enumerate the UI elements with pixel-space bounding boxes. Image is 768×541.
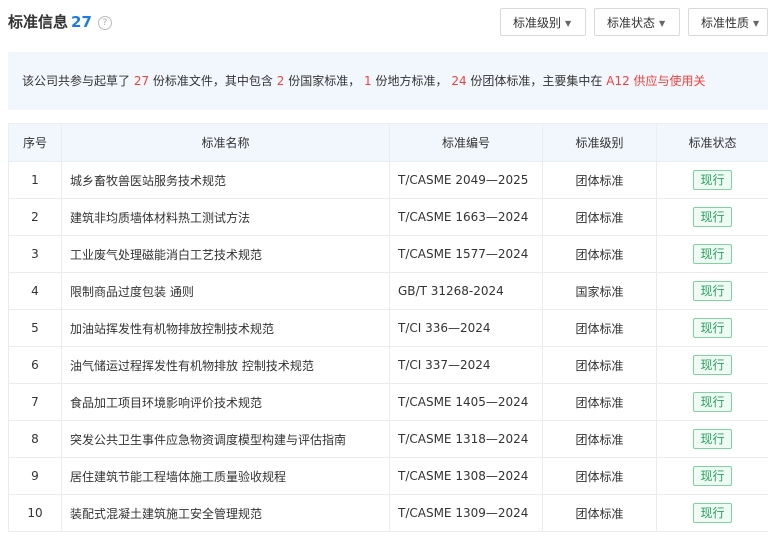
summary-total-count: 27 [133,74,150,88]
row-index: 6 [8,346,62,384]
table-row: 9 居住建筑节能工程墙体施工质量验收规程 T/CASME 1308—2024 团体标准… [8,457,768,495]
summary-text: 份国家标准， [284,74,365,88]
row-index: 1 [8,161,62,199]
status-badge: 现行 [693,429,732,449]
standard-level: 团体标准 [542,457,657,495]
standard-name-link[interactable]: 居住建筑节能工程墙体施工质量验收规程 [61,457,390,495]
standard-level: 团体标准 [542,346,657,384]
status-badge: 现行 [693,503,732,523]
standard-name-link[interactable]: 突发公共卫生事件应急物资调度模型构建与评估指南 [61,420,390,458]
standard-name-link[interactable]: 限制商品过度包装 通则 [61,272,390,310]
standard-name-link[interactable]: 食品加工项目环境影响评价技术规范 [61,383,390,421]
status-cell: 现行 [656,235,768,273]
summary-banner: 该公司共参与起草了 27 份标准文件，其中包含 2 份国家标准， 1 份地方标准… [8,52,768,110]
table-row: 6 油气储运过程挥发性有机物排放 控制技术规范 T/CI 337—2024 团体标准 现… [8,346,768,384]
standard-name-link[interactable]: 油气储运过程挥发性有机物排放 控制技术规范 [61,346,390,384]
status-badge: 现行 [693,355,732,375]
status-badge: 现行 [693,207,732,227]
status-badge: 现行 [693,318,732,338]
standard-code: T/CASME 1405—2024 [389,383,543,421]
caret-down-icon: ▼ [753,19,760,28]
standard-code: T/CASME 1663—2024 [389,198,543,236]
status-badge: 现行 [693,466,732,486]
status-cell: 现行 [656,383,768,421]
table-row: 1 城乡畜牧兽医站服务技术规范 T/CASME 2049—2025 团体标准 现行 [8,161,768,199]
status-cell: 现行 [656,198,768,236]
table-row: 2 建筑非均质墙体材料热工测试方法 T/CASME 1663—2024 团体标准 现行 [8,198,768,236]
filter-status-dropdown[interactable]: 标准状态 ▼ [594,8,680,36]
table-row: 7 食品加工项目环境影响评价技术规范 T/CASME 1405—2024 团体标准 现行 [8,383,768,421]
standard-level: 团体标准 [542,494,657,532]
standard-code: T/CASME 1309—2024 [389,494,543,532]
column-header-code: 标准编号 [389,123,543,162]
row-index: 7 [8,383,62,421]
row-index: 9 [8,457,62,495]
standard-level: 团体标准 [542,235,657,273]
summary-category-link[interactable]: A12 供应与使用关 [606,74,705,88]
standard-code: T/CASME 1318—2024 [389,420,543,458]
standard-name-link[interactable]: 装配式混凝土建筑施工安全管理规范 [61,494,390,532]
status-cell: 现行 [656,161,768,199]
filter-status-label: 标准状态 [607,16,656,30]
status-cell: 现行 [656,420,768,458]
filter-level-label: 标准级别 [513,16,562,30]
table-row: 5 加油站挥发性有机物排放控制技术规范 T/CI 336—2024 团体标准 现行 [8,309,768,347]
filter-level-dropdown[interactable]: 标准级别 ▼ [500,8,586,36]
summary-local-count: 1 [364,74,372,88]
column-header-level: 标准级别 [542,123,657,162]
row-index: 3 [8,235,62,273]
status-cell: 现行 [656,309,768,347]
status-cell: 现行 [656,494,768,532]
standard-code: T/CASME 1577—2024 [389,235,543,273]
standard-code: T/CI 336—2024 [389,309,543,347]
standard-code: GB/T 31268-2024 [389,272,543,310]
standards-table: 序号 标准名称 标准编号 标准级别 标准状态 1 城乡畜牧兽医站服务技术规范 T/C… [8,123,768,532]
standard-name-link[interactable]: 建筑非均质墙体材料热工测试方法 [61,198,390,236]
status-cell: 现行 [656,457,768,495]
status-badge: 现行 [693,281,732,301]
standard-code: T/CASME 1308—2024 [389,457,543,495]
standard-level: 团体标准 [542,161,657,199]
column-header-index: 序号 [8,123,62,162]
standard-level: 团体标准 [542,309,657,347]
standard-name-link[interactable]: 工业废气处理磁能消白工艺技术规范 [61,235,390,273]
filter-nature-label: 标准性质 [701,16,750,30]
standards-table-container: 序号 标准名称 标准编号 标准级别 标准状态 1 城乡畜牧兽医站服务技术规范 T/C… [8,123,768,532]
standard-code: T/CASME 2049—2025 [389,161,543,199]
row-index: 2 [8,198,62,236]
summary-text: 份地方标准， [371,74,452,88]
status-cell: 现行 [656,272,768,310]
standard-code: T/CI 337—2024 [389,346,543,384]
summary-text: 该公司共参与起草了 [22,74,134,88]
section-header: 标准信息 27? 标准级别 ▼ 标准状态 ▼ 标准性质 ▼ [0,0,768,44]
caret-down-icon: ▼ [565,19,572,28]
status-badge: 现行 [693,244,732,264]
standard-level: 团体标准 [542,420,657,458]
table-header-row: 序号 标准名称 标准编号 标准级别 标准状态 [8,123,768,162]
row-index: 4 [8,272,62,310]
standard-level: 团体标准 [542,383,657,421]
standard-level: 团体标准 [542,198,657,236]
row-index: 5 [8,309,62,347]
table-row: 4 限制商品过度包装 通则 GB/T 31268-2024 国家标准 现行 [8,272,768,310]
filter-bar: 标准级别 ▼ 标准状态 ▼ 标准性质 ▼ [0,8,768,38]
standard-level: 国家标准 [542,272,657,310]
table-row: 10 装配式混凝土建筑施工安全管理规范 T/CASME 1309—2024 团体标准 现… [8,494,768,532]
table-row: 8 突发公共卫生事件应急物资调度模型构建与评估指南 T/CASME 1318—202… [8,420,768,458]
filter-nature-dropdown[interactable]: 标准性质 ▼ [688,8,768,36]
row-index: 8 [8,420,62,458]
column-header-name: 标准名称 [61,123,390,162]
standard-name-link[interactable]: 加油站挥发性有机物排放控制技术规范 [61,309,390,347]
status-badge: 现行 [693,170,732,190]
row-index: 10 [8,494,62,532]
summary-text: 份团体标准，主要集中在 [466,74,607,88]
caret-down-icon: ▼ [659,19,666,28]
summary-text: 份标准文件，其中包含 [149,74,277,88]
status-cell: 现行 [656,346,768,384]
column-header-status: 标准状态 [656,123,768,162]
summary-group-count: 24 [451,74,467,88]
standard-name-link[interactable]: 城乡畜牧兽医站服务技术规范 [61,161,390,199]
table-row: 3 工业废气处理磁能消白工艺技术规范 T/CASME 1577—2024 团体标准 现行 [8,235,768,273]
status-badge: 现行 [693,392,732,412]
